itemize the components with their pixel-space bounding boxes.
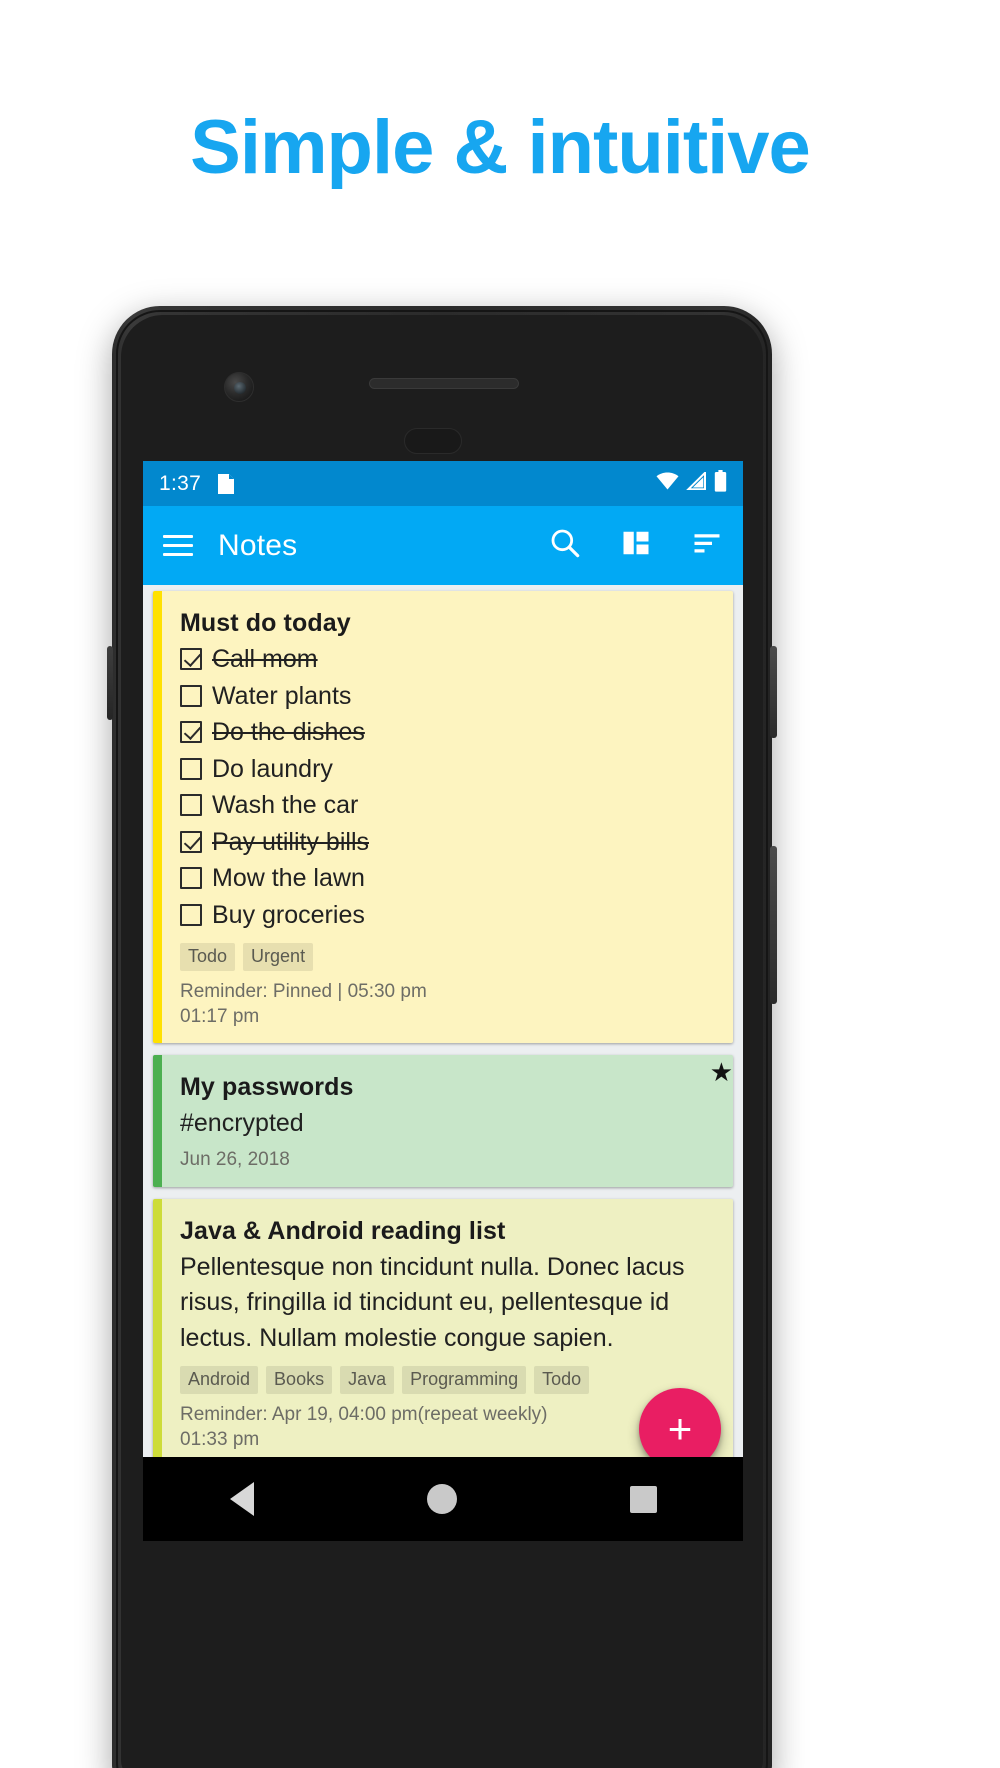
battery-full-icon bbox=[714, 470, 727, 497]
checklist-label: Buy groceries bbox=[212, 900, 365, 929]
note-document-icon bbox=[216, 473, 236, 495]
tag-chip[interactable]: Java bbox=[340, 1366, 395, 1395]
back-triangle-icon[interactable] bbox=[229, 1482, 254, 1516]
tag-chip[interactable]: Android bbox=[180, 1366, 259, 1395]
sort-icon[interactable] bbox=[691, 528, 723, 563]
list-item[interactable]: Mow the lawn bbox=[180, 861, 713, 897]
checklist-label: Mow the lawn bbox=[212, 864, 365, 892]
cell-signal-icon bbox=[685, 470, 707, 495]
tag-chip[interactable]: Programming bbox=[402, 1366, 527, 1395]
note-snippet: #encrypted bbox=[180, 1109, 304, 1138]
list-item[interactable]: Call mom bbox=[180, 642, 713, 678]
checkbox-unchecked-icon[interactable] bbox=[180, 757, 202, 780]
note-timestamp: 01:33 pm bbox=[180, 1428, 260, 1450]
sensor-cutout bbox=[404, 428, 462, 454]
status-bar-clock: 1:37 bbox=[159, 471, 202, 495]
note-timestamp: Jun 26, 2018 bbox=[180, 1148, 290, 1170]
checklist-label: Wash the car bbox=[212, 791, 359, 819]
phone-screen: 1:37 Notes Must do today Call mom Water … bbox=[143, 461, 743, 1526]
home-circle-icon[interactable] bbox=[426, 1484, 457, 1514]
note-card[interactable]: Must do today Call mom Water plants Do t… bbox=[153, 591, 733, 1044]
checkbox-checked-icon[interactable] bbox=[180, 830, 202, 853]
app-bar-actions bbox=[549, 527, 723, 564]
note-accent-stripe bbox=[153, 591, 162, 1044]
list-item[interactable]: Wash the car bbox=[180, 788, 713, 824]
page-title: Simple & intuitive bbox=[190, 105, 811, 190]
note-tags: Android Books Java Programming Todo bbox=[180, 1366, 713, 1395]
hamburger-menu-icon[interactable] bbox=[163, 535, 193, 556]
earpiece-speaker bbox=[369, 378, 519, 389]
android-nav-bar bbox=[143, 1457, 743, 1541]
note-title: Java & Android reading list bbox=[180, 1216, 506, 1245]
note-snippet: Pellentesque non tincidunt nulla. Donec … bbox=[180, 1252, 685, 1352]
checkbox-checked-icon[interactable] bbox=[180, 648, 202, 670]
grid-layout-icon[interactable] bbox=[621, 528, 651, 563]
search-icon[interactable] bbox=[549, 527, 581, 564]
list-item[interactable]: Do the dishes bbox=[180, 715, 713, 751]
note-title: My passwords bbox=[180, 1073, 354, 1102]
tag-chip[interactable]: Urgent bbox=[243, 943, 314, 971]
note-accent-stripe bbox=[153, 1198, 162, 1467]
app-bar-title: Notes bbox=[218, 528, 298, 562]
note-title: Must do today bbox=[180, 609, 351, 637]
note-timestamp: 01:17 pm bbox=[180, 1005, 260, 1027]
notes-list: Must do today Call mom Water plants Do t… bbox=[143, 585, 743, 1467]
checkbox-unchecked-icon[interactable] bbox=[180, 794, 202, 816]
note-card[interactable]: ★ My passwords #encrypted Jun 26, 2018 bbox=[153, 1055, 733, 1187]
checkbox-unchecked-icon[interactable] bbox=[180, 684, 202, 707]
promo-screenshot-page: Simple & intuitive 1:37 Notes Must do to… bbox=[0, 0, 1000, 1768]
front-camera-icon bbox=[224, 372, 254, 402]
list-item[interactable]: Water plants bbox=[180, 679, 713, 715]
tag-chip[interactable]: Books bbox=[266, 1366, 333, 1395]
app-bar: Notes bbox=[143, 506, 743, 585]
checkbox-checked-icon[interactable] bbox=[180, 721, 202, 743]
note-body: ★ My passwords #encrypted Jun 26, 2018 bbox=[162, 1055, 733, 1186]
plus-icon: + bbox=[667, 1405, 693, 1452]
note-reminder: Reminder: Apr 19, 04:00 pm(repeat weekly… bbox=[180, 1404, 548, 1426]
checklist-label: Call mom bbox=[212, 645, 318, 673]
power-button[interactable] bbox=[770, 646, 777, 738]
recents-square-icon[interactable] bbox=[629, 1485, 657, 1513]
checklist-label: Pay utility bills bbox=[212, 827, 369, 856]
status-bar: 1:37 bbox=[143, 461, 743, 506]
left-side-button[interactable] bbox=[107, 646, 113, 720]
note-body: Must do today Call mom Water plants Do t… bbox=[162, 591, 733, 1043]
checklist-label: Water plants bbox=[212, 681, 352, 710]
note-accent-stripe bbox=[153, 1055, 162, 1187]
checklist-label: Do laundry bbox=[212, 754, 333, 783]
note-tags: Todo Urgent bbox=[180, 943, 713, 971]
note-reminder: Reminder: Pinned | 05:30 pm bbox=[180, 981, 427, 1002]
star-icon[interactable]: ★ bbox=[710, 1059, 733, 1085]
volume-button[interactable] bbox=[770, 846, 777, 1004]
tag-chip[interactable]: Todo bbox=[534, 1366, 590, 1395]
wifi-icon bbox=[656, 472, 679, 495]
checklist-label: Do the dishes bbox=[212, 718, 365, 746]
tag-chip[interactable]: Todo bbox=[180, 943, 236, 971]
checkbox-unchecked-icon[interactable] bbox=[180, 903, 202, 926]
checkbox-unchecked-icon[interactable] bbox=[180, 867, 202, 889]
list-item[interactable]: Pay utility bills bbox=[180, 825, 713, 861]
list-item[interactable]: Buy groceries bbox=[180, 898, 713, 934]
list-item[interactable]: Do laundry bbox=[180, 752, 713, 788]
status-bar-icons bbox=[656, 470, 727, 497]
